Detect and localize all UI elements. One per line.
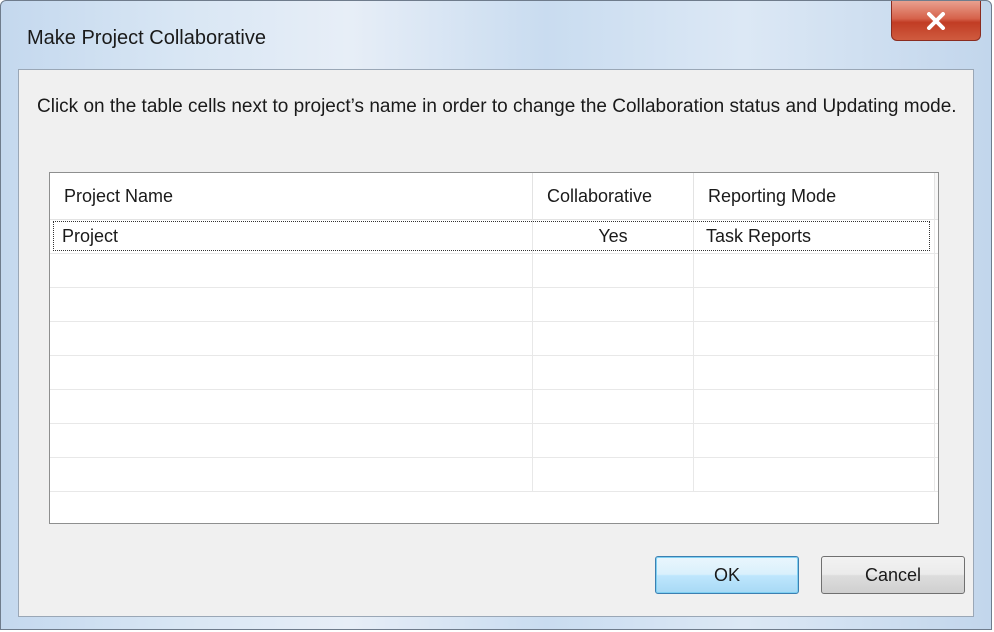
empty-cell — [533, 356, 694, 389]
table-row-project[interactable]: Project Yes Task Reports — [50, 220, 938, 254]
cancel-button[interactable]: Cancel — [821, 556, 965, 594]
empty-cell — [694, 254, 935, 287]
instructions-text: Click on the table cells next to project… — [37, 96, 957, 117]
empty-cell — [533, 254, 694, 287]
table-row-empty — [50, 390, 938, 424]
empty-cell — [50, 390, 533, 423]
empty-cell — [694, 356, 935, 389]
empty-cell — [50, 322, 533, 355]
empty-cell — [694, 390, 935, 423]
empty-cell — [533, 458, 694, 491]
empty-cell — [694, 288, 935, 321]
empty-cell — [50, 458, 533, 491]
empty-cell — [533, 322, 694, 355]
cell-reporting-mode[interactable]: Task Reports — [694, 220, 935, 253]
empty-cell — [50, 356, 533, 389]
empty-cell — [694, 322, 935, 355]
table-row-empty — [50, 356, 938, 390]
column-header-filler — [935, 173, 938, 219]
dialog-client-area: Click on the table cells next to project… — [18, 69, 974, 617]
table-row-empty — [50, 424, 938, 458]
empty-cell — [533, 424, 694, 457]
ok-button[interactable]: OK — [655, 556, 799, 594]
window-title: Make Project Collaborative — [27, 27, 266, 49]
cell-project-name[interactable]: Project — [50, 220, 533, 253]
table-row-empty — [50, 254, 938, 288]
empty-cell — [50, 288, 533, 321]
column-header-project-name[interactable]: Project Name — [50, 173, 533, 219]
table-row-empty — [50, 288, 938, 322]
table-header: Project Name Collaborative Reporting Mod… — [50, 173, 938, 220]
column-header-collaborative[interactable]: Collaborative — [533, 173, 694, 219]
empty-cell — [533, 390, 694, 423]
empty-cell — [533, 288, 694, 321]
column-header-reporting-mode[interactable]: Reporting Mode — [694, 173, 935, 219]
close-icon — [927, 11, 945, 30]
table-row-empty — [50, 458, 938, 492]
empty-cell — [694, 458, 935, 491]
close-button[interactable] — [891, 1, 981, 41]
empty-cell — [50, 254, 533, 287]
dialog-window: Make Project Collaborative Click on the … — [0, 0, 992, 630]
table-row-empty — [50, 322, 938, 356]
projects-table: Project Name Collaborative Reporting Mod… — [49, 172, 939, 524]
empty-cell — [694, 424, 935, 457]
empty-cell — [50, 424, 533, 457]
cell-collaborative[interactable]: Yes — [533, 220, 694, 253]
